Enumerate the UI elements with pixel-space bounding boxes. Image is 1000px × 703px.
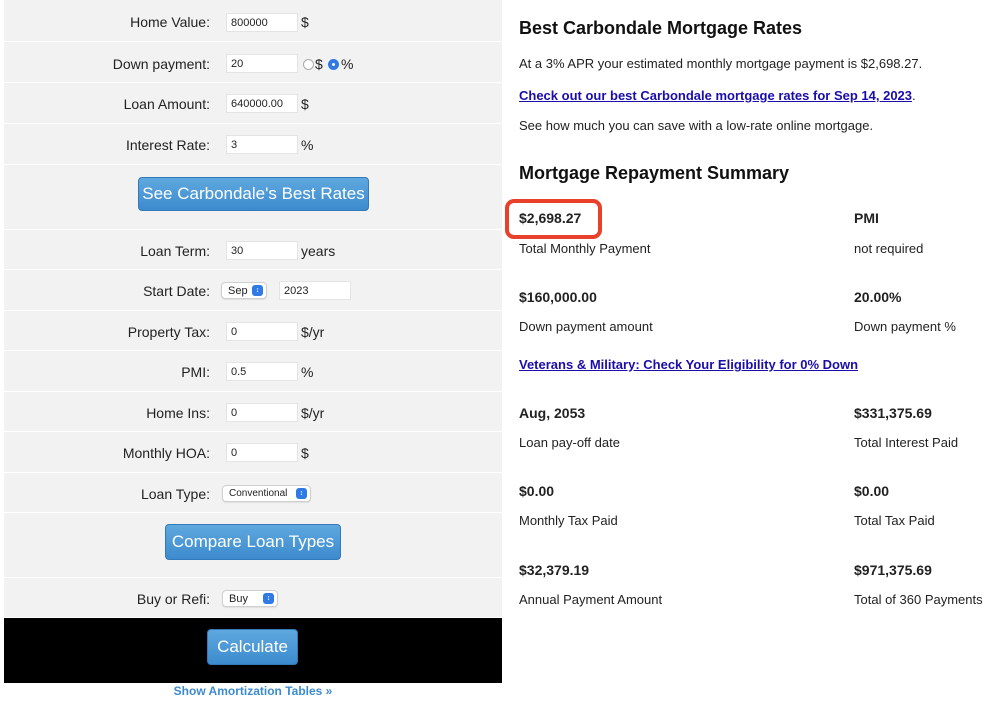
summary-title: Mortgage Repayment Summary bbox=[519, 163, 790, 183]
total-monthly-payment-label: Total Monthly Payment bbox=[519, 241, 651, 256]
pmi-status: not required bbox=[854, 241, 924, 256]
property-tax-row: Property Tax: 0 $/yr bbox=[4, 311, 502, 351]
page-title: Best Carbondale Mortgage Rates bbox=[519, 18, 803, 38]
loan-amount-label: Loan Amount: bbox=[123, 96, 210, 112]
down-payment-dollar-label: $ bbox=[315, 56, 323, 72]
pmi-label: PMI: bbox=[181, 364, 210, 380]
down-payment-input[interactable]: 20 bbox=[226, 54, 298, 73]
down-payment-label: Down payment: bbox=[112, 56, 210, 72]
mortgage-rates-link[interactable]: Check out our best Carbondale mortgage r… bbox=[519, 88, 912, 103]
rates-link-suffix: . bbox=[912, 88, 916, 103]
loan-amount-unit: $ bbox=[301, 96, 309, 112]
compare-loans-row: Compare Loan Types bbox=[4, 513, 502, 578]
home-ins-input[interactable]: 0 bbox=[226, 403, 298, 422]
loan-term-unit: years bbox=[301, 243, 336, 259]
annual-payment-value: $32,379.19 bbox=[519, 562, 590, 578]
pmi-row: PMI: 0.5 % bbox=[4, 351, 502, 392]
buy-or-refi-label: Buy or Refi: bbox=[136, 591, 210, 607]
loan-term-row: Loan Term: 30 years bbox=[4, 230, 502, 270]
down-payment-percent-label: Down payment % bbox=[854, 319, 956, 334]
pmi-value: PMI bbox=[854, 210, 879, 226]
monthly-hoa-label: Monthly HOA: bbox=[122, 445, 210, 461]
start-month-value: Sep bbox=[228, 285, 248, 297]
chevron-updown-icon: ↕ bbox=[296, 488, 307, 499]
home-value-unit: $ bbox=[301, 14, 309, 30]
down-payment-percent-value: 20.00% bbox=[854, 289, 902, 305]
down-payment-percent-label: % bbox=[341, 56, 354, 72]
start-date-row: Start Date: Sep ↕ 2023 bbox=[4, 270, 502, 311]
calculate-bar: Calculate bbox=[4, 618, 502, 683]
chevron-updown-icon: ↕ bbox=[263, 593, 274, 604]
interest-rate-row: Interest Rate: 3 % bbox=[4, 124, 502, 165]
monthly-tax-value: $0.00 bbox=[519, 483, 555, 499]
loan-type-row: Loan Type: Conventional ↕ bbox=[4, 473, 502, 513]
down-payment-percent-radio[interactable] bbox=[328, 59, 339, 70]
chevron-updown-icon: ↕ bbox=[252, 285, 263, 296]
total-tax-value: $0.00 bbox=[854, 483, 890, 499]
show-amortization-tables-link[interactable]: Show Amortization Tables » bbox=[4, 684, 502, 698]
total-interest-label: Total Interest Paid bbox=[854, 435, 959, 450]
loan-term-input[interactable]: 30 bbox=[226, 241, 298, 260]
monthly-hoa-input[interactable]: 0 bbox=[226, 443, 298, 462]
pmi-unit: % bbox=[301, 364, 314, 380]
mortgage-calculator-form: Home Value: 800000 $ Down payment: 20 $ … bbox=[4, 0, 502, 703]
property-tax-label: Property Tax: bbox=[127, 324, 210, 340]
home-ins-unit: $/yr bbox=[301, 405, 325, 421]
veterans-eligibility-link[interactable]: Veterans & Military: Check Your Eligibil… bbox=[519, 357, 858, 372]
loan-amount-row: Loan Amount: 640000.00 $ bbox=[4, 83, 502, 124]
savings-text: See how much you can save with a low-rat… bbox=[519, 118, 874, 133]
total-tax-label: Total Tax Paid bbox=[854, 513, 935, 528]
interest-rate-input[interactable]: 3 bbox=[226, 135, 298, 154]
down-payment-dollar-radio[interactable] bbox=[303, 59, 314, 70]
interest-rate-unit: % bbox=[301, 137, 314, 153]
estimate-text: At a 3% APR your estimated monthly mortg… bbox=[519, 56, 923, 71]
best-rates-button[interactable]: See Carbondale's Best Rates bbox=[138, 177, 369, 211]
buy-or-refi-select[interactable]: Buy ↕ bbox=[222, 590, 278, 607]
monthly-tax-label: Monthly Tax Paid bbox=[519, 513, 618, 528]
buy-or-refi-value: Buy bbox=[229, 593, 248, 605]
start-year-input[interactable]: 2023 bbox=[279, 281, 351, 300]
rates-link-line: Check out our best Carbondale mortgage r… bbox=[519, 87, 916, 105]
monthly-hoa-row: Monthly HOA: 0 $ bbox=[4, 432, 502, 473]
loan-term-label: Loan Term: bbox=[140, 243, 210, 259]
home-ins-label: Home Ins: bbox=[146, 405, 210, 421]
loan-type-select[interactable]: Conventional ↕ bbox=[222, 485, 311, 502]
calculate-button[interactable]: Calculate bbox=[207, 629, 298, 665]
loan-type-label: Loan Type: bbox=[140, 486, 210, 502]
results-panel: Best Carbondale Mortgage Rates At a 3% A… bbox=[519, 0, 994, 703]
loan-type-value: Conventional bbox=[229, 488, 288, 499]
start-month-select[interactable]: Sep ↕ bbox=[221, 282, 267, 299]
home-value-row: Home Value: 800000 $ bbox=[4, 0, 502, 42]
down-payment-amount-value: $160,000.00 bbox=[519, 289, 597, 305]
down-payment-row: Down payment: 20 $ % bbox=[4, 42, 502, 83]
pmi-input[interactable]: 0.5 bbox=[226, 362, 298, 381]
property-tax-input[interactable]: 0 bbox=[226, 322, 298, 341]
total-payments-label: Total of 360 Payments bbox=[854, 592, 983, 607]
home-value-input[interactable]: 800000 bbox=[226, 13, 298, 32]
down-payment-amount-label: Down payment amount bbox=[519, 319, 653, 334]
payoff-date-value: Aug, 2053 bbox=[519, 405, 586, 421]
total-payments-value: $971,375.69 bbox=[854, 562, 932, 578]
best-rates-row: See Carbondale's Best Rates bbox=[4, 165, 502, 230]
home-ins-row: Home Ins: 0 $/yr bbox=[4, 392, 502, 432]
interest-rate-label: Interest Rate: bbox=[125, 137, 210, 153]
total-interest-value: $331,375.69 bbox=[854, 405, 932, 421]
monthly-hoa-unit: $ bbox=[301, 445, 309, 461]
home-value-label: Home Value: bbox=[130, 14, 210, 30]
buy-or-refi-row: Buy or Refi: Buy ↕ bbox=[4, 578, 502, 618]
start-date-label: Start Date: bbox=[143, 283, 210, 299]
property-tax-unit: $/yr bbox=[301, 324, 325, 340]
compare-loan-types-button[interactable]: Compare Loan Types bbox=[165, 524, 341, 560]
loan-amount-input[interactable]: 640000.00 bbox=[226, 94, 298, 113]
annual-payment-label: Annual Payment Amount bbox=[519, 592, 663, 607]
payoff-date-label: Loan pay-off date bbox=[519, 435, 620, 450]
highlight-annotation bbox=[505, 199, 602, 239]
